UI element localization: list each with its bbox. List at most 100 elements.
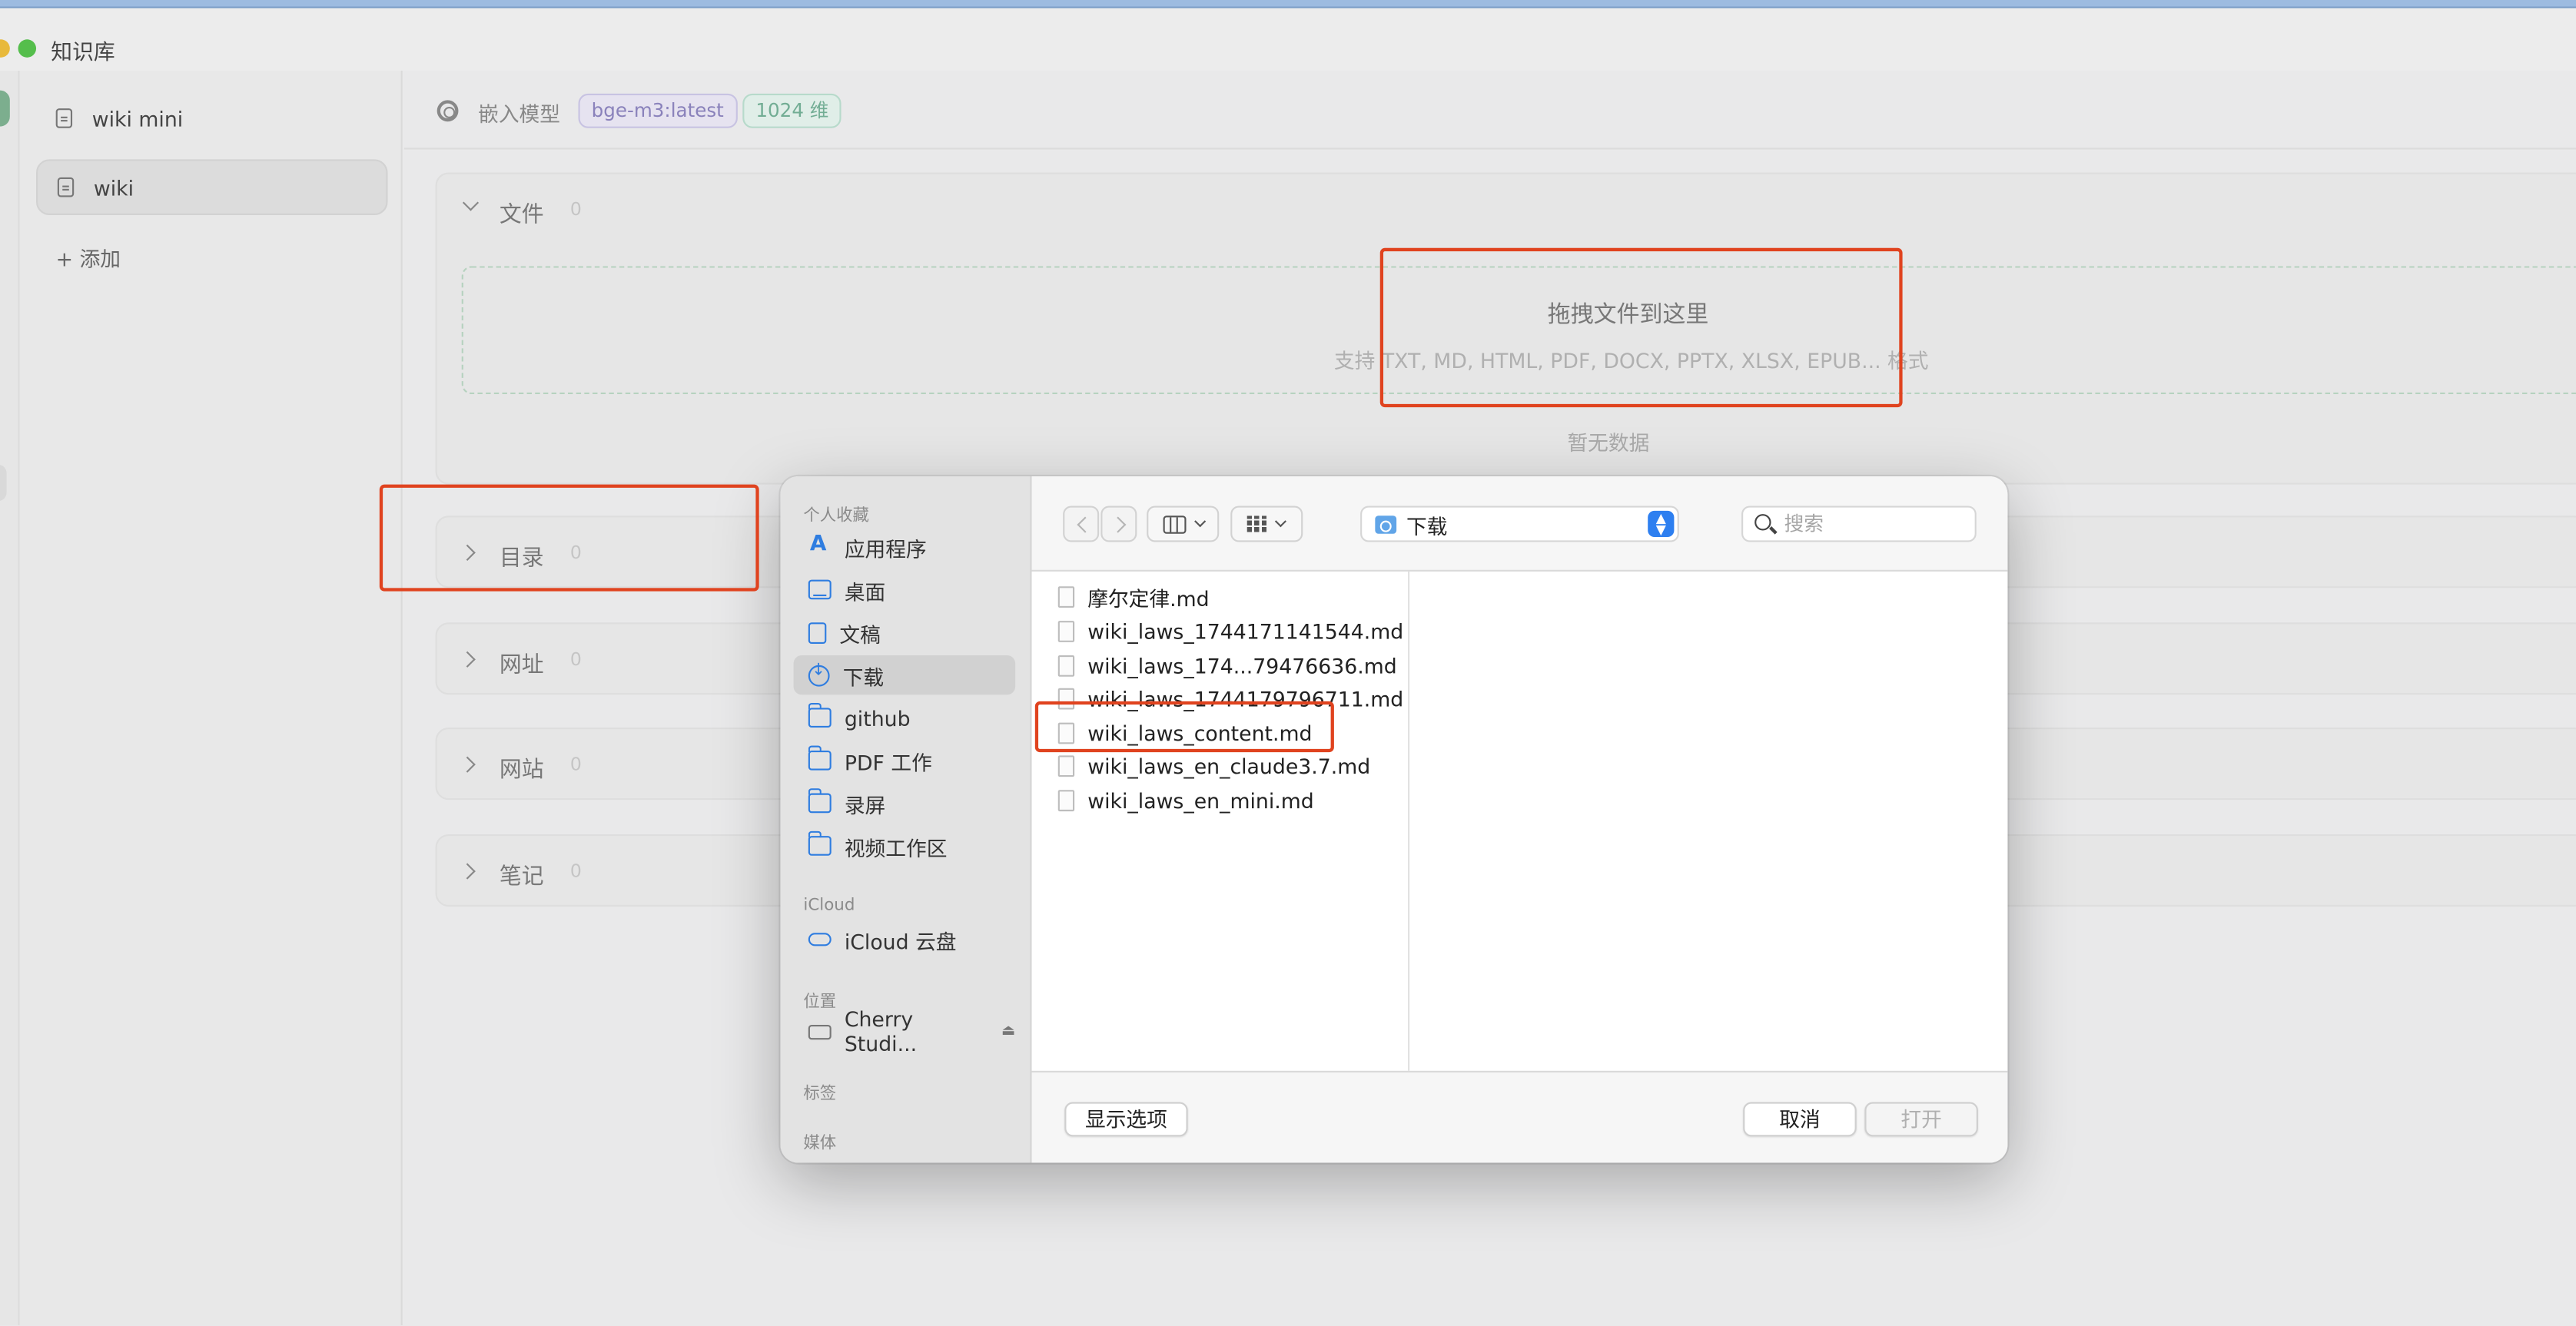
document-icon (808, 622, 827, 643)
eject-icon[interactable]: ⏏ (1001, 1023, 1015, 1039)
cancel-button[interactable]: 取消 (1743, 1102, 1857, 1137)
updown-chevron-icon: ▲ ▼ (1648, 510, 1675, 538)
kb-item-label: wiki mini (91, 105, 184, 131)
add-kb-button[interactable]: + 添加 (56, 241, 121, 273)
list-item[interactable]: 摩尔定律.md (1057, 580, 1210, 613)
chevron-right-icon (459, 756, 476, 773)
app-title: 知识库 (51, 41, 115, 66)
nav-rail (0, 70, 20, 1326)
group-button[interactable] (1230, 506, 1303, 542)
open-button[interactable]: 打开 (1864, 1102, 1978, 1137)
embed-model-label: 嵌入模型 (478, 101, 561, 127)
tags-group-label: 标签 (803, 1086, 837, 1104)
list-item[interactable]: wiki_laws_en_mini.md (1057, 784, 1314, 817)
chevron-right-icon (459, 651, 476, 668)
files-section-header[interactable]: 文件 0 (437, 174, 2576, 247)
favorites-group-label: 个人收藏 (803, 507, 869, 526)
folder-icon (808, 830, 832, 856)
sidebar-item-cherry-studio[interactable]: Cherry Studi... ⏏ (794, 1006, 1015, 1056)
sidebar-item-label: iCloud 云盘 (844, 928, 957, 953)
minimize-button[interactable] (0, 39, 10, 58)
dialog-toolbar: 下载 ▲ ▼ 搜索 (1031, 476, 2008, 572)
section-count: 0 (569, 198, 582, 220)
model-tag: bge-m3:latest (578, 93, 737, 128)
section-count: 0 (569, 860, 582, 882)
grid-icon (1247, 515, 1267, 532)
kb-header: 嵌入模型 bge-m3:latest 1024 维 (403, 71, 2576, 150)
dimension-tag: 1024 维 (742, 93, 842, 128)
section-title: 网站 (499, 757, 544, 784)
screen: 知识库 wiki mini wiki + 添加 嵌入模型 bge-m3:late… (0, 0, 2576, 1326)
list-item[interactable]: wiki_laws_174...79476636.md (1057, 648, 1397, 681)
sidebar-item-documents[interactable]: 文稿 (794, 612, 1016, 651)
sidebar-item-github[interactable]: github (794, 698, 1016, 738)
sidebar-item-label: 文稿 (839, 622, 881, 647)
location-popup[interactable]: 下载 ▲ ▼ (1360, 506, 1679, 542)
file-name: 摩尔定律.md (1087, 585, 1210, 611)
kb-item-wiki-mini[interactable]: wiki mini (36, 91, 387, 147)
media-group-label: 媒体 (803, 1135, 837, 1153)
rail-item[interactable] (0, 464, 7, 502)
sidebar-item-label: 桌面 (844, 578, 886, 604)
document-icon (57, 177, 75, 197)
sidebar-item-downloads[interactable]: 下载 (793, 655, 1016, 695)
section-count: 0 (569, 648, 582, 671)
sidebar-item-label: github (844, 705, 911, 731)
drive-icon (808, 1023, 832, 1039)
annotation-box-directory (379, 484, 759, 592)
folder-icon (808, 788, 832, 814)
icloud-group-label: iCloud (803, 897, 855, 915)
search-input[interactable]: 搜索 (1741, 506, 1977, 542)
sidebar-item-label: 视频工作区 (844, 835, 948, 860)
search-icon (1754, 514, 1771, 531)
file-icon (1057, 585, 1075, 607)
sidebar-item-label: 应用程序 (844, 535, 927, 562)
desktop-icon (808, 579, 832, 600)
empty-text: 暂无数据 (1567, 430, 1650, 456)
file-name: wiki_laws_174...79476636.md (1087, 652, 1397, 678)
sidebar-item-label: 下载 (842, 664, 885, 689)
sidebar-item-video-workspace[interactable]: 视频工作区 (794, 826, 1016, 865)
folder-icon (808, 702, 832, 728)
sidebar-item-desktop[interactable]: 桌面 (794, 570, 1016, 609)
location-label: 下载 (1406, 513, 1448, 539)
document-icon (55, 108, 73, 128)
file-icon (1057, 620, 1075, 641)
back-button[interactable] (1063, 506, 1100, 542)
columns-icon (1163, 515, 1187, 533)
locations-group-label: 位置 (803, 993, 837, 1012)
chevron-down-icon (1274, 515, 1286, 528)
sidebar-item-label: PDF 工作 (844, 749, 932, 774)
sidebar-item-icloud-drive[interactable]: iCloud 云盘 (794, 920, 1016, 959)
search-placeholder: 搜索 (1784, 512, 1824, 535)
download-folder-icon (1375, 515, 1397, 533)
knowledge-base-sidebar: wiki mini wiki + 添加 (19, 70, 403, 1326)
file-icon (1057, 754, 1075, 777)
file-icon (1057, 654, 1075, 676)
list-item[interactable]: wiki_laws_en_claude3.7.md (1057, 749, 1371, 782)
section-count: 0 (569, 754, 582, 776)
kb-item-wiki[interactable]: wiki (36, 159, 388, 216)
forward-button[interactable] (1100, 506, 1137, 542)
section-title: 文件 (499, 201, 544, 229)
cloud-icon (808, 933, 832, 946)
sidebar-item-pdf-work[interactable]: PDF 工作 (794, 741, 1016, 780)
show-options-button[interactable]: 显示选项 (1064, 1102, 1188, 1137)
file-open-dialog: 个人收藏 应用程序 桌面 文稿 下载 github PDF 工作 录屏 视频工作… (780, 476, 2008, 1163)
kb-item-label: wiki (93, 174, 134, 200)
sidebar-item-applications[interactable]: 应用程序 (794, 527, 1016, 566)
sidebar-item-label: Cherry Studi... (844, 1006, 918, 1056)
title-bar: 知识库 (0, 8, 2576, 71)
avatar[interactable] (0, 90, 10, 127)
list-item[interactable]: wiki_laws_1744171141544.md (1057, 615, 1403, 648)
section-title: 笔记 (499, 864, 544, 890)
gear-icon[interactable] (437, 100, 459, 122)
zoom-button[interactable] (18, 39, 37, 58)
file-name: wiki_laws_en_mini.md (1087, 787, 1314, 813)
app-icon (808, 532, 832, 557)
sidebar-item-recordings[interactable]: 录屏 (794, 784, 1016, 823)
download-icon (808, 661, 830, 686)
file-name: wiki_laws_en_claude3.7.md (1087, 753, 1371, 778)
view-mode-button[interactable] (1147, 506, 1220, 542)
chevron-down-icon (462, 194, 480, 211)
